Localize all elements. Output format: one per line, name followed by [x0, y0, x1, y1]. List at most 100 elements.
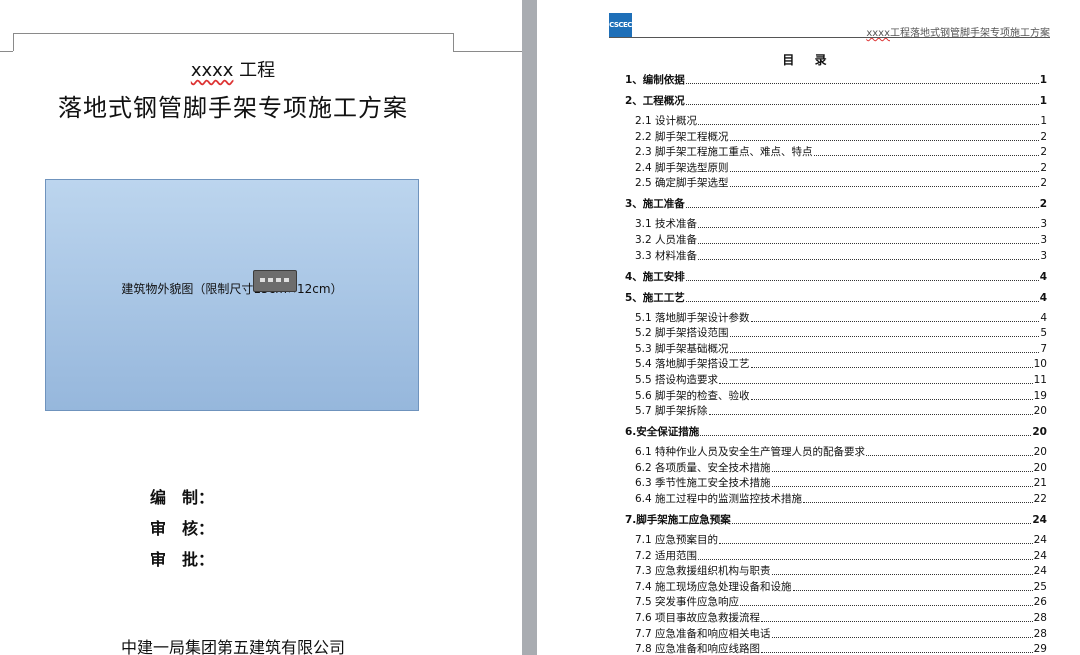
- project-title: xxxx 工程: [0, 56, 466, 82]
- toc-section-entry[interactable]: 6.3 季节性施工安全技术措施 21: [625, 477, 1047, 490]
- toc-entry-page: 5: [1040, 327, 1047, 340]
- toc-entry-page: 1: [1039, 74, 1047, 86]
- toc-section-entry[interactable]: 3.3 材料准备 3: [625, 250, 1047, 263]
- toc-section-entry[interactable]: 2.2 脚手架工程概况 2: [625, 131, 1047, 144]
- toc-section-entry[interactable]: 6.4 施工过程中的监测监控技术措施 22: [625, 493, 1047, 506]
- toc-entry-label: 7.7 应急准备和响应相关电话: [635, 627, 771, 640]
- cover-page: xxxx 工程 落地式钢管脚手架专项施工方案 建筑物外貌图（限制尺寸15cm×1…: [0, 0, 522, 655]
- toc-section-entry[interactable]: 5.5 搭设构造要求 11: [625, 374, 1047, 387]
- toc-section-entry[interactable]: 2.3 脚手架工程施工重点、难点、特点 2: [625, 146, 1047, 159]
- toc-entry-label: 5.2 脚手架搭设范围: [635, 327, 729, 340]
- toc-leader-dots: [700, 435, 1032, 437]
- toc-entry-label: 3.2 人员准备: [635, 234, 698, 246]
- toc-entry-page: 20: [1033, 405, 1047, 418]
- toc-section-entry[interactable]: 6.2 各项质量、安全技术措施 20: [625, 462, 1047, 475]
- toc-section-entry[interactable]: 2.5 确定脚手架选型 2: [625, 177, 1047, 190]
- toc-entry-label: 7.脚手架施工应急预案: [625, 514, 731, 526]
- toc-entry-label: 4、施工安排: [625, 270, 685, 283]
- toc-leader-dots: [761, 652, 1033, 654]
- toc-entry-page: 2: [1040, 130, 1047, 143]
- toc-leader-dots: [740, 605, 1033, 607]
- toc-leader-dots: [866, 455, 1033, 457]
- toc-section-entry[interactable]: 7.4 施工现场应急处理设备和设施 25: [625, 581, 1047, 594]
- toc-leader-dots: [698, 243, 1040, 244]
- building-image-placeholder[interactable]: 建筑物外貌图（限制尺寸15cm×12cm）: [45, 179, 419, 411]
- toc-section-entry[interactable]: 3.2 人员准备 3: [625, 234, 1047, 247]
- toc-chapter-entry[interactable]: 7.脚手架施工应急预案 24: [625, 514, 1047, 527]
- image-toolbar-icon[interactable]: [253, 270, 297, 292]
- cover-main-title: 落地式钢管脚手架专项施工方案: [58, 94, 408, 122]
- toc-entry-label: 3、施工准备: [625, 198, 685, 211]
- toc-section-entry[interactable]: 7.3 应急救援组织机构与职责 24: [625, 565, 1047, 578]
- project-title-suffix: 工程: [233, 60, 276, 81]
- toc-leader-dots: [771, 636, 1033, 638]
- cscec-logo: CSCEC: [609, 13, 632, 37]
- toc-section-entry[interactable]: 5.4 落地脚手架搭设工艺 10: [625, 358, 1047, 371]
- toc-entry-page: 2: [1040, 146, 1047, 159]
- crop-mark-top-left-h: [13, 33, 453, 34]
- toc-section-entry[interactable]: 7.1 应急预案目的 24: [625, 534, 1047, 547]
- toc-leader-dots: [761, 621, 1033, 622]
- toc-chapter-entry[interactable]: 6.安全保证措施 20: [625, 426, 1047, 439]
- toc-leader-dots: [792, 589, 1033, 591]
- toc-section-entry[interactable]: 5.6 脚手架的检查、验收 19: [625, 390, 1047, 403]
- toc-entry-page: 3: [1040, 249, 1047, 262]
- toc-section-entry[interactable]: 5.3 脚手架基础概况 7: [625, 343, 1047, 356]
- toc-section-entry[interactable]: 7.5 突发事件应急响应 26: [625, 596, 1047, 609]
- toc-leader-dots: [729, 186, 1040, 188]
- toc-entry-page: 28: [1033, 612, 1047, 624]
- toc-chapter-entry[interactable]: 4、施工安排 4: [625, 271, 1047, 284]
- toc-entry-page: 22: [1033, 493, 1047, 505]
- toc-section-entry[interactable]: 5.2 脚手架搭设范围 5: [625, 327, 1047, 340]
- toc-leader-dots: [698, 558, 1033, 560]
- toc-section-entry[interactable]: 2.1 设计概况 1: [625, 115, 1047, 128]
- toc-entry-label: 7.3 应急救援组织机构与职责: [635, 565, 771, 578]
- toc-entry-page: 4: [1039, 291, 1047, 304]
- sign-line-compiler: 编 制：: [150, 488, 215, 507]
- sign-line-approver: 审 批：: [150, 550, 215, 569]
- toc-section-entry[interactable]: 2.4 脚手架选型原则 2: [625, 162, 1047, 175]
- toc-entry-page: 19: [1033, 389, 1047, 402]
- toc-section-entry[interactable]: 7.7 应急准备和响应相关电话 28: [625, 628, 1047, 641]
- toc-entry-page: 3: [1040, 218, 1047, 231]
- toc-entry-page: 2: [1040, 177, 1047, 190]
- toc-entry-label: 6.4 施工过程中的监测监控技术措施: [635, 493, 803, 505]
- toc-leader-dots: [729, 336, 1040, 338]
- toc-entry-label: 2、工程概况: [625, 95, 685, 107]
- toc-entry-label: 5.4 落地脚手架搭设工艺: [635, 358, 750, 371]
- toc-entry-label: 5.6 脚手架的检查、验收: [635, 389, 750, 402]
- toc-leader-dots: [729, 139, 1040, 141]
- header-rule: [609, 37, 1050, 38]
- toc-entry-label: 6.3 季节性施工安全技术措施: [635, 477, 771, 490]
- toc-leader-dots: [771, 486, 1033, 488]
- toc-entry-page: 20: [1032, 426, 1047, 439]
- crop-mark-top-left: [13, 33, 14, 51]
- toc-chapter-entry[interactable]: 3、施工准备 2: [625, 198, 1047, 211]
- toc-leader-dots: [698, 258, 1040, 260]
- toc-section-entry[interactable]: 7.8 应急准备和响应线路图 29: [625, 643, 1047, 655]
- toc-leader-dots: [685, 279, 1039, 281]
- toc-section-entry[interactable]: 5.1 落地脚手架设计参数 4: [625, 312, 1047, 325]
- toc-leader-dots: [708, 414, 1033, 416]
- toc-section-entry[interactable]: 7.2 适用范围 24: [625, 550, 1047, 563]
- toc-entry-label: 3.3 材料准备: [635, 249, 698, 262]
- toc-chapter-entry[interactable]: 1、编制依据 1: [625, 74, 1047, 87]
- toc-leader-dots: [719, 543, 1033, 544]
- toc-entry-page: 24: [1032, 514, 1047, 526]
- toc-section-entry[interactable]: 3.1 技术准备 3: [625, 218, 1047, 231]
- toc-section-entry[interactable]: 5.7 脚手架拆除 20: [625, 405, 1047, 418]
- toc-page: CSCEC xxxx工程落地式钢管脚手架专项施工方案 目 录 1、编制依据 1 2、…: [537, 0, 1080, 655]
- toc-chapter-entry[interactable]: 5、施工工艺 4: [625, 292, 1047, 305]
- project-name-placeholder[interactable]: xxxx: [191, 60, 234, 81]
- toc-chapter-entry[interactable]: 2、工程概况 1: [625, 95, 1047, 108]
- toc-section-entry[interactable]: 7.6 项目事故应急救援流程 28: [625, 612, 1047, 625]
- toc-entry-page: 26: [1033, 596, 1047, 609]
- crop-mark-top-right-h: [453, 51, 522, 52]
- toc-entry-label: 5.3 脚手架基础概况: [635, 342, 729, 355]
- toc-entry-page: 28: [1033, 627, 1047, 640]
- toc-entry-page: 20: [1033, 461, 1047, 474]
- toc-entry-label: 5.1 落地脚手架设计参数: [635, 311, 750, 324]
- toc-section-entry[interactable]: 6.1 特种作业人员及安全生产管理人员的配备要求 20: [625, 446, 1047, 459]
- toc-entry-page: 1: [1040, 115, 1047, 127]
- toc-entry-page: 3: [1040, 234, 1047, 246]
